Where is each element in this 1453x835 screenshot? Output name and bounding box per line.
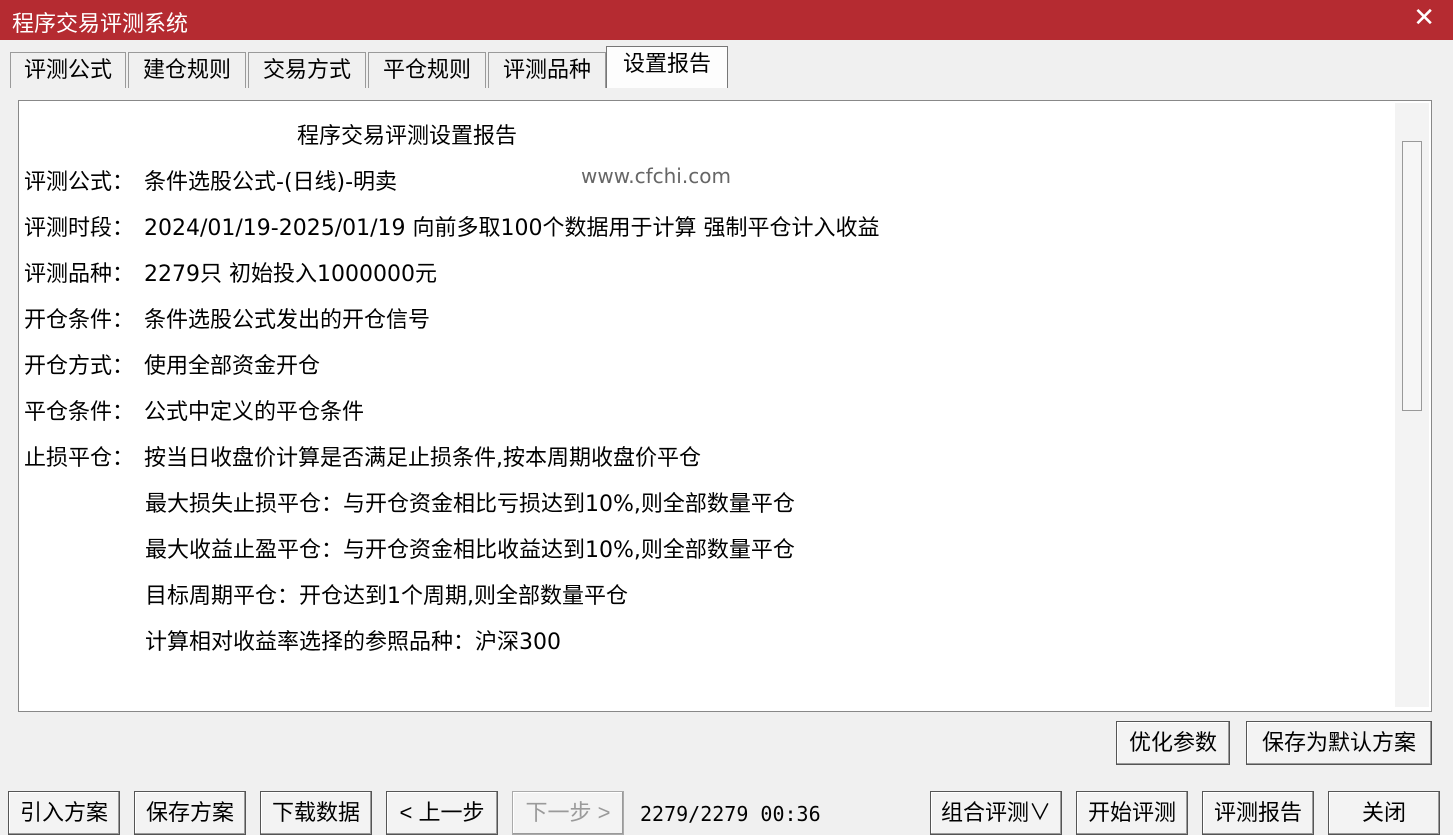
tab-open-rules[interactable]: 建仓规则 — [128, 52, 246, 88]
row-label: 开仓条件： — [24, 308, 135, 333]
report-subrow-max-loss: 最大损失止损平仓：与开仓资金相比亏损达到10%,则全部数量平仓 — [145, 492, 795, 517]
report-subrow-benchmark: 计算相对收益率选择的参照品种：沪深300 — [145, 630, 561, 655]
tab-formula[interactable]: 评测公式 — [10, 52, 126, 88]
watermark: www.cfchi.com — [581, 164, 731, 188]
tab-trade-method[interactable]: 交易方式 — [248, 52, 366, 88]
window-title: 程序交易评测系统 — [12, 12, 189, 37]
row-label: 评测时段： — [24, 216, 135, 241]
save-default-button[interactable]: 保存为默认方案 — [1246, 721, 1432, 765]
import-plan-button[interactable]: 引入方案 — [8, 791, 120, 835]
report-panel: 程序交易评测设置报告 www.cfchi.com 评测公式： 条件选股公式-(日… — [18, 100, 1432, 712]
row-label: 平仓条件： — [24, 400, 135, 425]
tab-close-rules[interactable]: 平仓规则 — [368, 52, 486, 88]
optimize-params-button[interactable]: 优化参数 — [1116, 721, 1230, 765]
row-label: 评测公式： — [24, 170, 135, 195]
row-label: 评测品种： — [24, 262, 135, 287]
prev-step-button[interactable]: < 上一步 — [386, 791, 498, 835]
tab-symbols[interactable]: 评测品种 — [488, 52, 606, 88]
save-plan-button[interactable]: 保存方案 — [134, 791, 246, 835]
row-value: 按当日收盘价计算是否满足止损条件,按本周期收盘价平仓 — [144, 446, 701, 471]
report-subrow-max-profit: 最大收益止盈平仓：与开仓资金相比收益达到10%,则全部数量平仓 — [145, 538, 795, 563]
progress-status: 2279/2279 00:36 — [640, 802, 821, 826]
eval-report-button[interactable]: 评测报告 — [1202, 791, 1314, 835]
row-value: 2024/01/19-2025/01/19 向前多取100个数据用于计算 强制平… — [144, 216, 880, 241]
next-step-button[interactable]: 下一步 > — [512, 791, 624, 835]
report-title: 程序交易评测设置报告 — [297, 124, 518, 149]
row-value: 使用全部资金开仓 — [144, 354, 321, 379]
row-value: 条件选股公式-(日线)-明卖 — [144, 170, 398, 195]
start-eval-button[interactable]: 开始评测 — [1076, 791, 1188, 835]
download-data-button[interactable]: 下载数据 — [260, 791, 372, 835]
row-value: 2279只 初始投入1000000元 — [144, 262, 437, 287]
vertical-scrollbar[interactable] — [1395, 103, 1429, 707]
scrollbar-thumb[interactable] — [1402, 141, 1422, 411]
row-label: 止损平仓： — [24, 446, 135, 471]
close-icon[interactable]: ✕ — [1413, 4, 1435, 32]
title-bar: 程序交易评测系统 ✕ — [0, 0, 1453, 40]
close-button[interactable]: 关闭 — [1328, 791, 1440, 835]
row-label: 开仓方式： — [24, 354, 135, 379]
tab-settings-report[interactable]: 设置报告 — [606, 46, 728, 88]
report-subrow-target-period: 目标周期平仓：开仓达到1个周期,则全部数量平仓 — [145, 584, 628, 609]
combo-eval-button[interactable]: 组合评测∨ — [930, 791, 1062, 835]
row-value: 公式中定义的平仓条件 — [144, 400, 365, 425]
row-value: 条件选股公式发出的开仓信号 — [144, 308, 431, 333]
